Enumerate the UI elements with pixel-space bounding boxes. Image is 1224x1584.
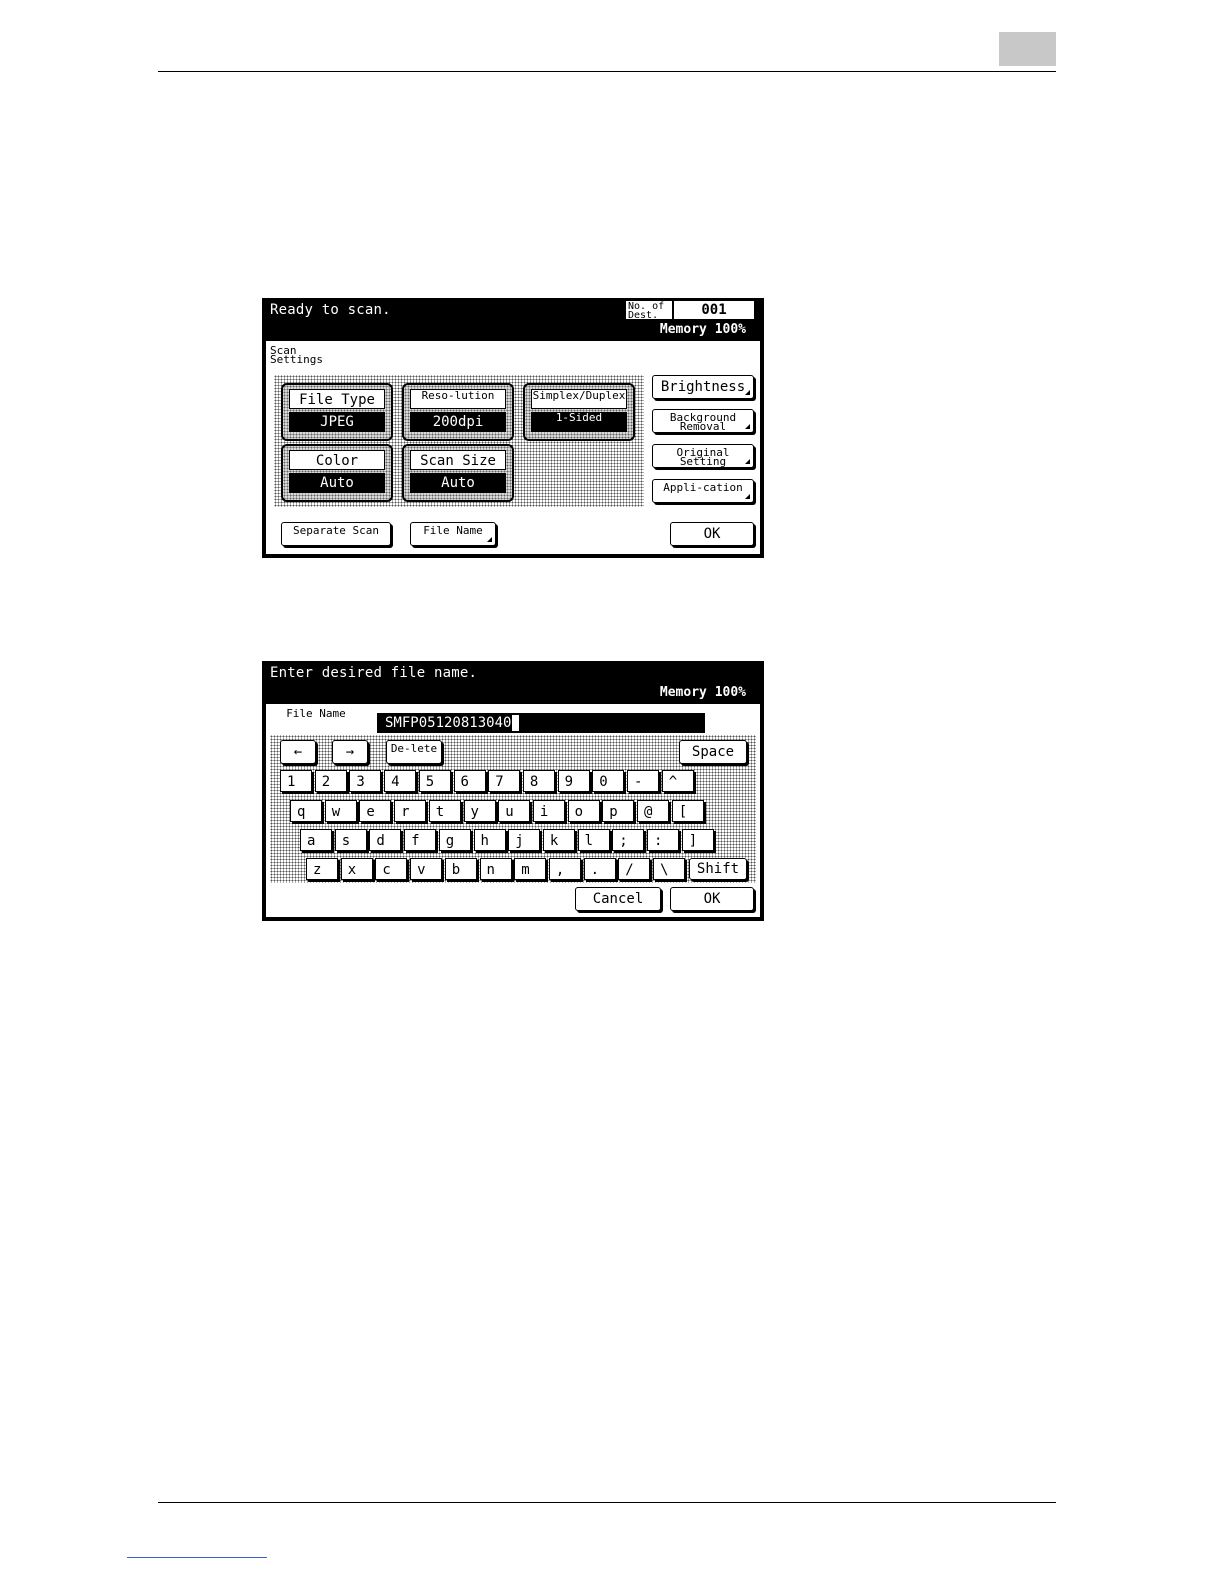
key[interactable]: c bbox=[375, 858, 408, 880]
key[interactable]: x bbox=[340, 858, 373, 880]
file-type-value: JPEG bbox=[289, 412, 385, 432]
key[interactable]: ] bbox=[681, 829, 714, 851]
keyboard-panel: File Name SMFP05120813040 ← → De-lete Sp… bbox=[265, 703, 761, 918]
key[interactable]: @ bbox=[637, 800, 669, 822]
key[interactable]: h bbox=[473, 829, 506, 851]
resolution-button[interactable]: Reso-lution 200dpi bbox=[402, 383, 514, 441]
footer-link-underline bbox=[127, 1557, 267, 1558]
color-button[interactable]: Color Auto bbox=[281, 444, 393, 502]
key[interactable]: 6 bbox=[453, 770, 486, 792]
chapter-tab bbox=[999, 32, 1056, 66]
scan-settings-screen: Ready to scan. No. of Dest. 001 Memory 1… bbox=[262, 298, 764, 558]
key[interactable]: \ bbox=[653, 858, 685, 880]
file-name-entry-screen: Enter desired file name. Memory 100% Fil… bbox=[262, 661, 764, 921]
simplex-duplex-label: Simplex/Duplex bbox=[531, 389, 627, 409]
scan-settings-panel: Scan Settings File Type JPEG Reso-lution… bbox=[265, 340, 761, 555]
cursor-left-button[interactable]: ← bbox=[280, 740, 316, 764]
application-button[interactable]: Appli-cation bbox=[652, 479, 754, 503]
status-message: Enter desired file name. bbox=[270, 665, 478, 681]
key[interactable]: w bbox=[324, 800, 357, 822]
original-setting-button[interactable]: Original Setting bbox=[652, 444, 754, 468]
ok-button[interactable]: OK bbox=[670, 887, 754, 911]
key[interactable]: t bbox=[428, 800, 461, 822]
key[interactable]: . bbox=[583, 858, 616, 880]
file-name-label: File Name bbox=[286, 707, 346, 720]
key[interactable]: 9 bbox=[557, 770, 590, 792]
scan-size-button[interactable]: Scan Size Auto bbox=[402, 444, 514, 502]
text-cursor bbox=[512, 715, 520, 731]
key[interactable]: 1 bbox=[280, 770, 312, 792]
key[interactable]: r bbox=[394, 800, 427, 822]
key[interactable]: m bbox=[514, 858, 547, 880]
dest-count-label: No. of Dest. bbox=[626, 301, 672, 321]
simplex-duplex-button[interactable]: Simplex/Duplex 1-Sided bbox=[523, 383, 635, 441]
key[interactable]: j bbox=[508, 829, 541, 851]
key[interactable]: 7 bbox=[488, 770, 521, 792]
file-type-button[interactable]: File Type JPEG bbox=[281, 383, 393, 441]
key[interactable]: a bbox=[300, 829, 332, 851]
key[interactable]: i bbox=[532, 800, 565, 822]
memory-indicator: Memory 100% bbox=[660, 322, 746, 337]
delete-button[interactable]: De-lete bbox=[386, 740, 442, 764]
color-label: Color bbox=[289, 450, 385, 470]
key[interactable]: p bbox=[602, 800, 635, 822]
color-value: Auto bbox=[289, 473, 385, 493]
cursor-right-button[interactable]: → bbox=[332, 740, 368, 764]
dest-count-value: 001 bbox=[674, 301, 754, 319]
key[interactable]: ^ bbox=[661, 770, 694, 792]
status-message: Ready to scan. bbox=[270, 302, 391, 318]
file-name-field[interactable]: SMFP05120813040 bbox=[377, 713, 705, 733]
key[interactable]: u bbox=[498, 800, 531, 822]
scan-size-label: Scan Size bbox=[410, 450, 506, 470]
key[interactable]: : bbox=[647, 829, 679, 851]
brightness-button[interactable]: Brightness bbox=[652, 375, 754, 399]
header-rule bbox=[158, 71, 1056, 72]
key[interactable]: 3 bbox=[349, 770, 382, 792]
key[interactable]: d bbox=[369, 829, 402, 851]
key[interactable]: 0 bbox=[592, 770, 625, 792]
key[interactable]: v bbox=[410, 858, 443, 880]
key[interactable]: s bbox=[334, 829, 367, 851]
memory-indicator: Memory 100% bbox=[660, 685, 746, 700]
file-name-button[interactable]: File Name bbox=[410, 522, 496, 546]
key[interactable]: 2 bbox=[314, 770, 347, 792]
key[interactable]: / bbox=[618, 858, 651, 880]
key[interactable]: - bbox=[627, 770, 659, 792]
memory-label: Memory bbox=[659, 685, 707, 700]
cancel-button[interactable]: Cancel bbox=[575, 887, 661, 911]
simplex-duplex-value: 1-Sided bbox=[531, 412, 627, 432]
key[interactable]: n bbox=[479, 858, 512, 880]
memory-label: Memory bbox=[659, 322, 707, 337]
key[interactable]: l bbox=[577, 829, 610, 851]
key[interactable]: o bbox=[567, 800, 600, 822]
key[interactable]: b bbox=[444, 858, 477, 880]
scan-size-value: Auto bbox=[410, 473, 506, 493]
shift-button[interactable]: Shift bbox=[689, 858, 747, 880]
background-removal-button[interactable]: Background Removal bbox=[652, 409, 754, 433]
key[interactable]: z bbox=[306, 858, 338, 880]
key[interactable]: [ bbox=[671, 800, 704, 822]
section-label: Scan Settings bbox=[270, 344, 323, 366]
file-type-label: File Type bbox=[289, 389, 385, 409]
file-name-value: SMFP05120813040 bbox=[385, 715, 512, 731]
resolution-value: 200dpi bbox=[410, 412, 506, 432]
key[interactable]: e bbox=[359, 800, 392, 822]
key[interactable]: g bbox=[438, 829, 471, 851]
key[interactable]: 5 bbox=[418, 770, 451, 792]
ok-button[interactable]: OK bbox=[670, 522, 754, 546]
key[interactable]: 4 bbox=[384, 770, 417, 792]
memory-value: 100% bbox=[714, 322, 746, 337]
key[interactable]: , bbox=[548, 858, 581, 880]
resolution-label: Reso-lution bbox=[410, 389, 506, 409]
separate-scan-button[interactable]: Separate Scan bbox=[281, 522, 391, 546]
key[interactable]: y bbox=[463, 800, 496, 822]
key[interactable]: ; bbox=[612, 829, 645, 851]
space-button[interactable]: Space bbox=[679, 740, 747, 764]
key[interactable]: 8 bbox=[522, 770, 555, 792]
footer-rule bbox=[158, 1502, 1056, 1503]
key[interactable]: f bbox=[404, 829, 437, 851]
key[interactable]: k bbox=[542, 829, 575, 851]
memory-value: 100% bbox=[714, 685, 746, 700]
key[interactable]: q bbox=[290, 800, 322, 822]
